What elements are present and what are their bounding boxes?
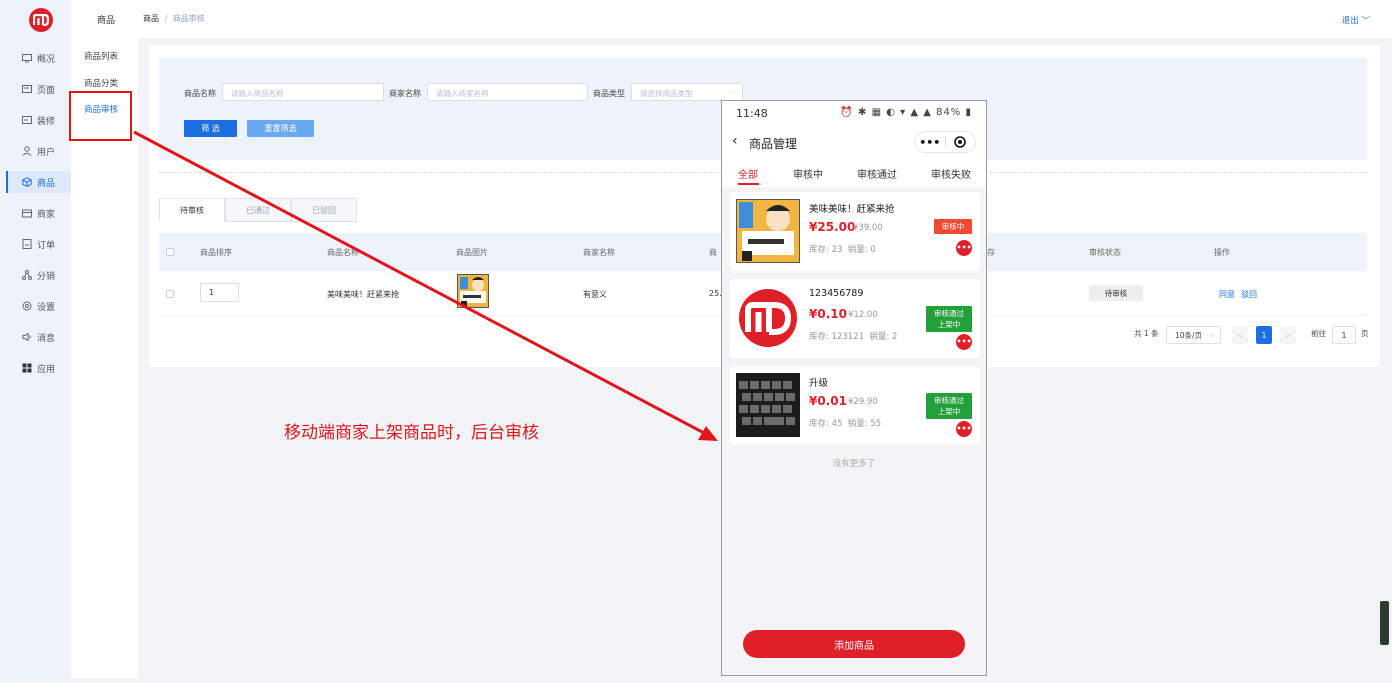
phone-time: 11:48 — [736, 107, 768, 120]
status-badge-line1: 审核通过 — [934, 309, 964, 318]
phone-page-title: 商品管理 — [749, 137, 798, 151]
mini-program-capsule: ••• — [914, 131, 976, 153]
stock-value: 库存: 45 — [809, 419, 843, 429]
status-badge-line1: 审核通过 — [934, 396, 964, 405]
status-badge: 审核通过 上架中 — [926, 393, 972, 419]
product-image — [736, 199, 800, 263]
product-title: 美味美味！赶紧来抢 — [809, 204, 895, 215]
active-tab-indicator — [738, 183, 759, 185]
status-badge: 审核中 — [934, 219, 972, 234]
sold-value: 销量: 2 — [869, 332, 898, 342]
sold-value: 销量: 55 — [847, 419, 882, 429]
stock-value: 库存: 23 — [809, 245, 843, 255]
phone-tab-approved[interactable]: 审核通过 — [857, 166, 897, 181]
close-target-icon[interactable] — [946, 136, 976, 148]
product-original-price: ¥29.90 — [848, 397, 878, 407]
annotation-arrow — [133, 130, 718, 441]
product-title: 升级 — [809, 378, 829, 389]
mobile-preview: 11:48 ⏰ ✱ ▦ ◐ ▾ ▲ ▲ 84% ▮ ‹ 商品管理 ••• 全部 … — [721, 100, 987, 676]
product-card[interactable]: 升级 ¥0.01 ¥29.90 库存: 45 销量: 55 审核通过上架中 ••… — [730, 366, 980, 445]
more-actions-icon[interactable]: ••• — [956, 334, 972, 350]
status-icons: ⏰ ✱ ▦ ◐ ▾ ▲ ▲ 84% ▮ — [840, 107, 972, 118]
product-price: ¥25.00 — [809, 220, 856, 234]
product-stock: 库存: 45 销量: 55 — [809, 417, 881, 429]
product-card[interactable]: 123456789 ¥0.10 ¥12.00 库存: 123121 销量: 2 … — [730, 279, 980, 358]
product-original-price: ¥39.00 — [853, 223, 883, 233]
product-title: 123456789 — [809, 288, 864, 299]
stock-value: 库存: 123121 — [809, 332, 865, 342]
product-original-price: ¥12.00 — [848, 310, 878, 320]
phone-tab-reviewing[interactable]: 审核中 — [793, 166, 823, 181]
product-stock: 库存: 23 销量: 0 — [809, 243, 876, 255]
product-price: ¥0.01 — [809, 394, 847, 408]
phone-header: ‹ 商品管理 ••• — [722, 127, 986, 157]
phone-tab-failed[interactable]: 审核失败 — [931, 166, 971, 181]
phone-tabs: 全部 审核中 审核通过 审核失败 — [722, 157, 986, 187]
add-product-button[interactable]: 添加商品 — [743, 630, 965, 658]
product-price: ¥0.10 — [809, 307, 847, 321]
product-image — [736, 286, 800, 350]
status-badge: 审核通过 上架中 — [926, 306, 972, 332]
status-badge-line2: 上架中 — [937, 407, 961, 416]
back-arrow-icon[interactable]: ‹ — [732, 133, 738, 149]
side-widget-handle[interactable] — [1380, 601, 1389, 645]
more-menu-icon[interactable]: ••• — [915, 136, 945, 149]
phone-status-bar: 11:48 ⏰ ✱ ▦ ◐ ▾ ▲ ▲ 84% ▮ — [722, 101, 986, 127]
phone-tab-all[interactable]: 全部 — [738, 166, 758, 181]
product-stock: 库存: 123121 销量: 2 — [809, 330, 897, 342]
no-more-text: 没有更多了 — [832, 459, 876, 469]
more-actions-icon[interactable]: ••• — [956, 421, 972, 437]
sold-value: 销量: 0 — [847, 245, 876, 255]
status-badge-line2: 上架中 — [937, 320, 961, 329]
annotation-text: 移动端商家上架商品时，后台审核 — [284, 423, 539, 443]
more-actions-icon[interactable]: ••• — [956, 240, 972, 256]
product-image — [736, 373, 800, 437]
product-card[interactable]: 美味美味！赶紧来抢 ¥25.00 ¥39.00 库存: 23 销量: 0 审核中… — [730, 192, 980, 271]
